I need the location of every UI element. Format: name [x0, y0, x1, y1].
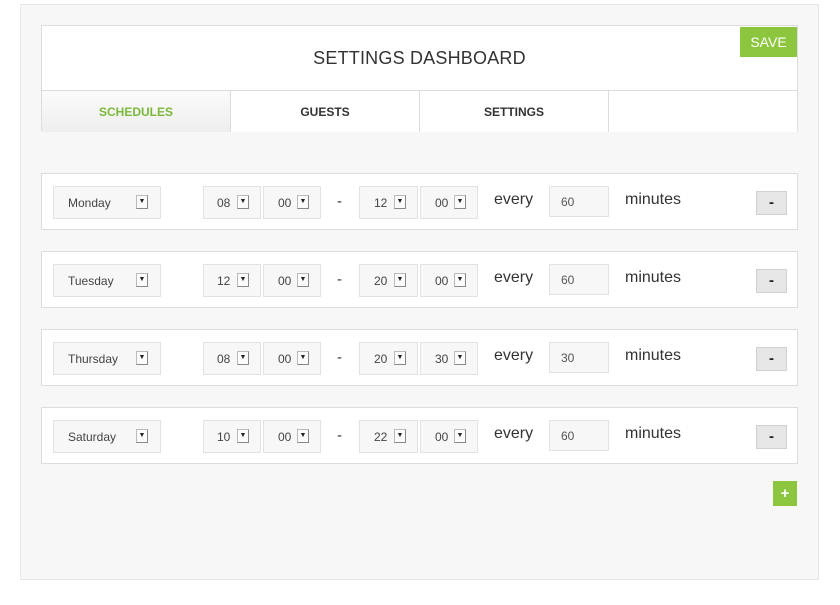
end-minute-select[interactable]: 30 ▼ [420, 342, 478, 375]
tab-bar-filler [609, 91, 797, 132]
day-select[interactable]: Saturday ▼ [53, 420, 161, 453]
tab-settings[interactable]: SETTINGS [420, 91, 609, 132]
start-hour-select-value: 08 [217, 352, 231, 366]
dropdown-arrow-icon: ▼ [297, 273, 309, 287]
dropdown-arrow-icon: ▼ [454, 351, 466, 365]
start-hour-select[interactable]: 08 ▼ [203, 342, 261, 375]
minutes-label: minutes [625, 347, 682, 364]
every-label: every [494, 269, 534, 286]
day-select-value: Saturday [68, 430, 117, 444]
start-minute-select-value: 00 [278, 196, 292, 210]
start-hour-select[interactable]: 08 ▼ [203, 186, 261, 219]
remove-schedule-button[interactable]: - [756, 191, 787, 215]
start-hour-select[interactable]: 10 ▼ [203, 420, 261, 453]
every-label: every [494, 347, 534, 364]
every-label: every [494, 425, 534, 442]
every-label: every [494, 191, 534, 208]
day-select[interactable]: Thursday ▼ [53, 342, 161, 375]
dropdown-arrow-icon: ▼ [237, 273, 249, 287]
minutes-label: minutes [625, 191, 682, 208]
add-schedule-button[interactable]: + [773, 481, 797, 506]
save-button[interactable]: SAVE [740, 27, 797, 57]
interval-minutes-input[interactable] [549, 420, 609, 451]
time-range-separator: - [337, 193, 342, 210]
interval-minutes-input[interactable] [549, 342, 609, 373]
dropdown-arrow-icon: ▼ [454, 273, 466, 287]
end-hour-select[interactable]: 20 ▼ [359, 264, 418, 297]
dropdown-arrow-icon: ▼ [136, 273, 148, 287]
schedule-row: Monday ▼ 08 ▼ 00 ▼ - 12 ▼ 00 ▼ every minutes - [41, 173, 798, 230]
end-minute-select[interactable]: 00 ▼ [420, 186, 478, 219]
day-select-value: Thursday [68, 352, 119, 366]
start-minute-select-value: 00 [278, 274, 292, 288]
start-minute-select-value: 00 [278, 430, 292, 444]
interval-minutes-input[interactable] [549, 264, 609, 295]
day-select[interactable]: Tuesday ▼ [53, 264, 161, 297]
dropdown-arrow-icon: ▼ [237, 195, 249, 209]
remove-schedule-button[interactable]: - [756, 347, 787, 371]
end-minute-select-value: 00 [435, 196, 449, 210]
minutes-label: minutes [625, 425, 682, 442]
day-select-value: Tuesday [68, 274, 114, 288]
dropdown-arrow-icon: ▼ [394, 273, 406, 287]
end-hour-select-value: 22 [374, 430, 388, 444]
dropdown-arrow-icon: ▼ [394, 195, 406, 209]
tab-schedules[interactable]: SCHEDULES [42, 91, 231, 132]
dropdown-arrow-icon: ▼ [136, 351, 148, 365]
start-minute-select[interactable]: 00 ▼ [263, 186, 321, 219]
dropdown-arrow-icon: ▼ [297, 429, 309, 443]
end-minute-select[interactable]: 00 ▼ [420, 420, 478, 453]
remove-schedule-button[interactable]: - [756, 425, 787, 449]
day-select-value: Monday [68, 196, 111, 210]
interval-minutes-input[interactable] [549, 186, 609, 217]
start-hour-select-value: 10 [217, 430, 231, 444]
end-hour-select[interactable]: 20 ▼ [359, 342, 418, 375]
dropdown-arrow-icon: ▼ [136, 195, 148, 209]
tab-guests[interactable]: GUESTS [231, 91, 420, 132]
dropdown-arrow-icon: ▼ [454, 195, 466, 209]
time-range-separator: - [337, 427, 342, 444]
schedule-row: Saturday ▼ 10 ▼ 00 ▼ - 22 ▼ 00 ▼ every minutes - [41, 407, 798, 464]
day-select[interactable]: Monday ▼ [53, 186, 161, 219]
end-hour-select-value: 20 [374, 274, 388, 288]
dropdown-arrow-icon: ▼ [454, 429, 466, 443]
dropdown-arrow-icon: ▼ [297, 351, 309, 365]
dropdown-arrow-icon: ▼ [394, 429, 406, 443]
remove-schedule-button[interactable]: - [756, 269, 787, 293]
dropdown-arrow-icon: ▼ [394, 351, 406, 365]
end-minute-select-value: 00 [435, 430, 449, 444]
end-minute-select-value: 00 [435, 274, 449, 288]
dropdown-arrow-icon: ▼ [136, 429, 148, 443]
tab-bar: SCHEDULES GUESTS SETTINGS [42, 90, 797, 132]
dropdown-arrow-icon: ▼ [297, 195, 309, 209]
start-hour-select-value: 12 [217, 274, 231, 288]
end-hour-select-value: 20 [374, 352, 388, 366]
minutes-label: minutes [625, 269, 682, 286]
time-range-separator: - [337, 271, 342, 288]
start-minute-select[interactable]: 00 ▼ [263, 420, 321, 453]
time-range-separator: - [337, 349, 342, 366]
start-minute-select[interactable]: 00 ▼ [263, 264, 321, 297]
end-hour-select[interactable]: 12 ▼ [359, 186, 418, 219]
schedule-row: Thursday ▼ 08 ▼ 00 ▼ - 20 ▼ 30 ▼ every minutes - [41, 329, 798, 386]
dropdown-arrow-icon: ▼ [237, 351, 249, 365]
dropdown-arrow-icon: ▼ [237, 429, 249, 443]
end-minute-select[interactable]: 00 ▼ [420, 264, 478, 297]
page-title: SETTINGS DASHBOARD [313, 48, 526, 68]
end-hour-select[interactable]: 22 ▼ [359, 420, 418, 453]
end-minute-select-value: 30 [435, 352, 449, 366]
start-hour-select[interactable]: 12 ▼ [203, 264, 261, 297]
start-minute-select[interactable]: 00 ▼ [263, 342, 321, 375]
start-hour-select-value: 08 [217, 196, 231, 210]
end-hour-select-value: 12 [374, 196, 388, 210]
dashboard-header: SETTINGS DASHBOARD SAVE SCHEDULES GUESTS… [41, 25, 798, 132]
schedule-row: Tuesday ▼ 12 ▼ 00 ▼ - 20 ▼ 00 ▼ every minutes - [41, 251, 798, 308]
start-minute-select-value: 00 [278, 352, 292, 366]
